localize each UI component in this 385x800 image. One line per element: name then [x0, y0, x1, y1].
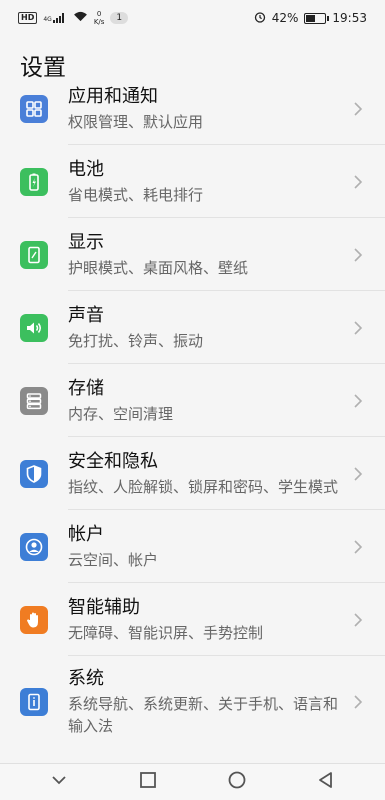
- shield-icon: [20, 459, 48, 488]
- page-title: 设置: [20, 55, 66, 81]
- chevron-right-icon: [354, 612, 363, 627]
- item-title: 存储: [68, 377, 104, 399]
- item-title: 系统: [68, 668, 104, 689]
- recents-icon[interactable]: [138, 770, 158, 794]
- settings-item-3[interactable]: 显示护眼模式、桌面风格、壁纸: [0, 218, 385, 291]
- chevron-right-icon: [354, 393, 363, 408]
- display-icon: [20, 240, 48, 269]
- navigation-bar: [0, 763, 385, 800]
- storage-icon: [20, 386, 48, 415]
- item-text: 应用和通知权限管理、默认应用: [68, 78, 385, 145]
- item-title: 应用和通知: [68, 85, 158, 107]
- item-title: 显示: [68, 231, 104, 253]
- info-icon: [20, 687, 48, 716]
- item-subtitle: 系统导航、系统更新、关于手机、语言和输入法: [68, 695, 339, 735]
- settings-list[interactable]: 应用和通知 权限管理、默认应用 电池 省电模式、耗电排行 显示 护眼模式、桌面风格、壁纸声…: [0, 78, 385, 763]
- item-text: 安全和隐私指纹、人脸解锁、锁屏和密码、学生模式: [68, 437, 385, 510]
- item-text: 存储 内存、空间清理: [68, 364, 385, 437]
- signal-icon: 4G: [43, 13, 66, 23]
- item-text: 声音免打扰、铃声、振动: [68, 291, 385, 364]
- settings-item-6[interactable]: 安全和隐私指纹、人脸解锁、锁屏和密码、学生模式: [0, 437, 385, 510]
- chevron-right-icon: [354, 247, 363, 262]
- battery-icon: [304, 12, 330, 24]
- clock: 19:53: [332, 11, 367, 25]
- sound-icon: [20, 313, 48, 342]
- item-subtitle: 护眼模式、桌面风格、壁纸: [68, 258, 249, 277]
- item-text: 电池省电模式、耗电排行: [68, 145, 385, 218]
- item-subtitle: 无障碍、智能识屏、手势控制: [68, 623, 264, 642]
- item-text: 显示护眼模式、桌面风格、壁纸: [68, 218, 385, 291]
- chevron-right-icon: [354, 539, 363, 554]
- wifi-icon: [73, 11, 88, 25]
- item-title: 安全和隐私: [68, 450, 158, 472]
- settings-item-9[interactable]: 系统系统导航、系统更新、关于手机、语言和输入法: [0, 656, 385, 747]
- item-title: 帐户: [68, 523, 104, 545]
- item-subtitle: 指纹、人脸解锁、锁屏和密码、学生模式: [68, 477, 339, 496]
- item-subtitle: 免打扰、铃声、振动: [68, 331, 204, 350]
- home-icon[interactable]: [227, 770, 247, 794]
- status-right: 42% 19:53: [254, 11, 367, 26]
- item-text: 系统系统导航、系统更新、关于手机、语言和输入法: [68, 656, 385, 747]
- chevron-right-icon: [354, 320, 363, 335]
- back-icon[interactable]: [316, 770, 336, 794]
- collapse-icon[interactable]: [49, 770, 69, 794]
- item-subtitle: 云空间、帐户: [68, 550, 159, 569]
- settings-item-7[interactable]: 帐户 云空间、帐户: [0, 510, 385, 583]
- hd-badge: HD: [18, 12, 38, 24]
- settings-item-5[interactable]: 存储 内存、空间清理: [0, 364, 385, 437]
- battery-icon: [20, 167, 48, 196]
- chevron-right-icon: [354, 466, 363, 481]
- item-subtitle: 内存、空间清理: [68, 404, 174, 423]
- item-text: 帐户 云空间、帐户: [68, 510, 385, 583]
- status-bar: HD 4G 0 K/s 1 42% 19:53: [0, 0, 385, 36]
- account-icon: [20, 532, 48, 561]
- chevron-right-icon: [354, 694, 363, 709]
- item-text: 智能辅助无障碍、智能识屏、手势控制: [68, 583, 385, 656]
- network-speed: 0 K/s: [93, 10, 105, 26]
- settings-item-8[interactable]: 智能辅助无障碍、智能识屏、手势控制: [0, 583, 385, 656]
- status-left: HD 4G 0 K/s 1: [18, 10, 129, 26]
- battery-percent: 42%: [271, 11, 299, 25]
- item-title: 智能辅助: [68, 596, 140, 618]
- notification-count: 1: [110, 12, 129, 24]
- item-title: 声音: [68, 304, 104, 326]
- item-subtitle: 省电模式、耗电排行: [68, 185, 204, 204]
- hand-icon: [20, 605, 48, 634]
- settings-item-1[interactable]: 应用和通知权限管理、默认应用: [0, 78, 385, 145]
- settings-item-2[interactable]: 电池省电模式、耗电排行: [0, 145, 385, 218]
- chevron-right-icon: [354, 174, 363, 189]
- chevron-right-icon: [354, 101, 363, 116]
- item-title: 电池: [68, 158, 104, 180]
- alarm-icon: [254, 11, 266, 26]
- apps-icon: [20, 94, 48, 123]
- settings-item-4[interactable]: 声音免打扰、铃声、振动: [0, 291, 385, 364]
- item-subtitle: 权限管理、默认应用: [68, 112, 204, 131]
